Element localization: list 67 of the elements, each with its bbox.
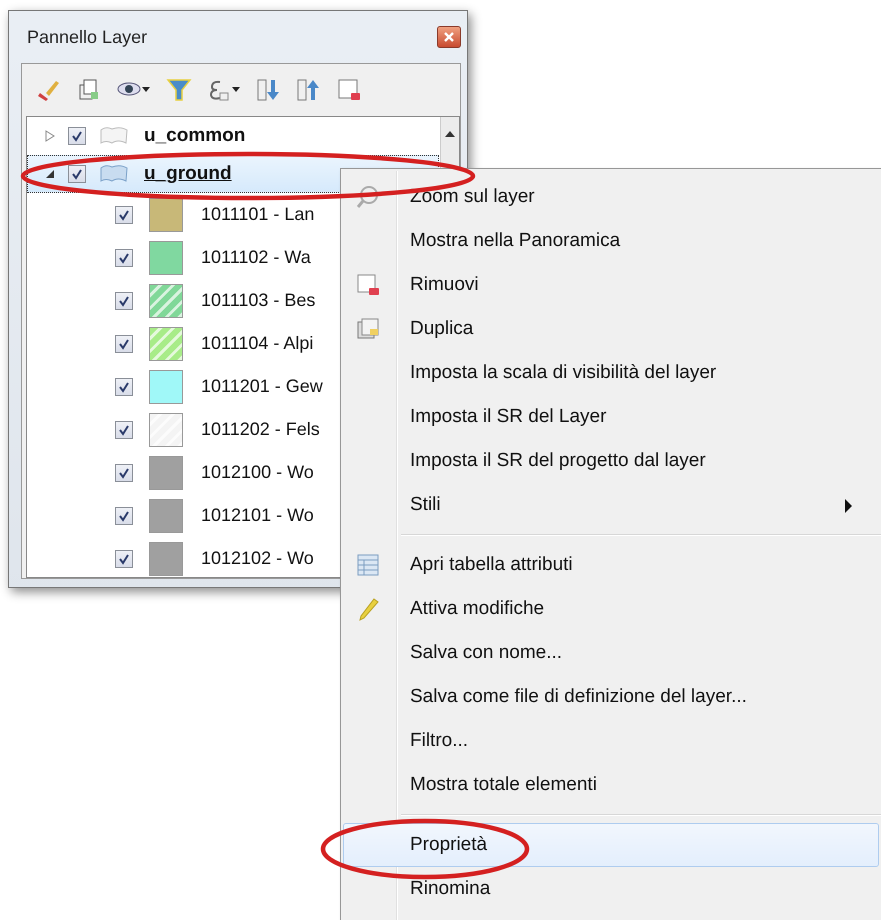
collapse-arrow-icon[interactable] [45,168,55,180]
check-icon [118,380,130,392]
layer-name: 1011101 - Lan [201,204,314,225]
menu-item[interactable]: Imposta il SR del Layer [343,395,879,439]
table-icon [356,553,380,577]
remove-layer-icon [336,77,362,103]
menu-item[interactable]: Salva con nome... [343,631,879,675]
menu-item[interactable]: Filtro... [343,719,879,763]
layer-checkbox[interactable] [115,506,133,524]
menu-item[interactable]: Salva come file di definizione del layer... [343,675,879,719]
magnifier-icon [356,185,380,209]
layer-name: 1012102 - Wo [201,548,314,569]
filter-icon [166,77,192,103]
scroll-up-icon[interactable] [445,131,455,137]
layer-name: 1011104 - Alpi [201,333,314,354]
check-icon [118,466,130,478]
menu-item[interactable]: Mostra totale elementi [343,763,879,807]
menu-item[interactable]: Apri tabella attributi [343,543,879,587]
remove-layer-icon [356,273,380,297]
layer-name: 1011201 - Gew [201,376,323,397]
check-icon [118,294,130,306]
menu-item[interactable]: Imposta il SR del progetto dal layer [343,439,879,483]
check-icon [118,208,130,220]
layer-checkbox[interactable] [115,378,133,396]
close-icon [444,32,454,42]
expand-all-button[interactable] [256,77,282,103]
menu-item[interactable]: Attiva modifiche [343,587,879,631]
remove-layer-button[interactable] [336,77,362,103]
check-icon [71,130,83,142]
layer-checkbox[interactable] [115,206,133,224]
menu-item[interactable]: Mostra nella Panoramica [343,219,879,263]
menu-item[interactable]: Rinomina [343,867,879,911]
panel-title: Pannello Layer [27,26,148,48]
filter-button[interactable] [166,77,192,103]
layer-name: 1012100 - Wo [201,462,314,483]
check-icon [118,552,130,564]
layer-checkbox[interactable] [68,127,86,145]
duplicate-icon [356,317,380,341]
layer-name: 1012101 - Wo [201,505,314,526]
group-name: u_ground [144,163,232,185]
layer-checkbox[interactable] [115,550,133,568]
menu-item[interactable]: Stili [343,483,879,527]
layer-checkbox[interactable] [115,292,133,310]
layer-name: 1011202 - Fels [201,419,320,440]
menu-item[interactable]: Rimuovi [343,263,879,307]
check-icon [118,252,130,264]
check-icon [118,424,130,436]
layer-name: 1011102 - Wa [201,247,311,268]
menu-item[interactable]: Duplica [343,307,879,351]
check-icon [118,338,130,350]
layer-checkbox[interactable] [115,464,133,482]
menu-item[interactable]: Proprietà [343,823,879,867]
collapse-all-button[interactable] [296,77,322,103]
expand-all-icon [256,77,282,103]
layer-checkbox[interactable] [115,420,133,438]
collapse-all-icon [296,77,322,103]
layer-checkbox[interactable] [68,165,86,183]
layer-name: 1011103 - Bes [201,290,316,311]
close-button[interactable] [437,26,461,48]
check-icon [118,510,130,522]
group-name: u_common [144,125,246,147]
layer-checkbox[interactable] [115,334,133,352]
layer-group-row[interactable]: u_common [27,117,439,155]
expand-arrow-icon[interactable] [45,130,55,142]
check-icon [71,168,83,180]
menu-item[interactable]: Imposta la scala di visibilità del layer [343,351,879,395]
layer-checkbox[interactable] [115,248,133,266]
